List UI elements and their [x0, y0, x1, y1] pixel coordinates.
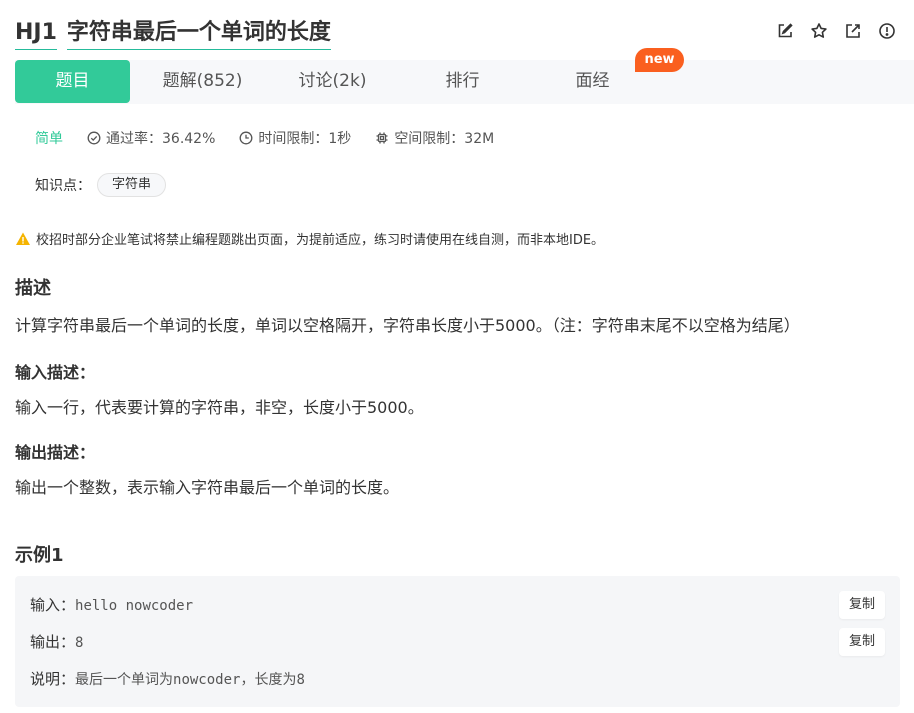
pass-rate-text: 通过率：36.42%: [106, 131, 216, 147]
description-text: 计算字符串最后一个单词的长度，单词以空格隔开，字符串长度小于5000。（注：字符…: [15, 316, 800, 335]
output-desc-text: 输出一个整数，表示输入字符串最后一个单词的长度。: [15, 478, 400, 497]
problem-title: 字符串最后一个单词的长度: [66, 18, 331, 50]
tab-interviews[interactable]: 面经: [535, 60, 650, 103]
difficulty-label: 简单: [35, 131, 63, 147]
knowledge-points: 知识点： 字符串: [35, 173, 167, 197]
example-title: 示例1: [15, 545, 64, 566]
star-icon[interactable]: [810, 22, 828, 40]
output-desc-title: 输出描述：: [15, 443, 96, 462]
example-output-label: 输出：: [30, 633, 76, 651]
copy-input-button[interactable]: 复制: [839, 591, 885, 619]
tab-solutions[interactable]: 题解(852): [145, 60, 260, 103]
check-circle-icon: [87, 131, 101, 145]
example-explain-label: 说明：: [30, 670, 76, 688]
time-limit: 时间限制：1秒: [239, 128, 351, 148]
warning-icon: [16, 232, 30, 245]
example-explain-value: 最后一个单词为nowcoder，长度为8: [75, 672, 305, 688]
time-limit-text: 时间限制：1秒: [258, 131, 352, 147]
space-limit-text: 空间限制：32M: [394, 131, 495, 147]
tab-discussion[interactable]: 讨论(2k): [275, 60, 390, 103]
warning-notice: 校招时部分企业笔试将禁止编程题跳出页面，为提前适应，练习时请使用在线自测，而非本…: [15, 229, 604, 248]
example-output-value: 8: [75, 635, 84, 651]
example-input-value: hello nowcoder: [75, 598, 194, 614]
example-input-row: 输入：hello nowcoder: [30, 594, 193, 615]
example-output-row: 输出：8: [30, 631, 83, 652]
space-limit: 空间限制：32M: [375, 128, 494, 148]
tab-ranking[interactable]: 排行: [405, 60, 520, 103]
input-desc-text: 输入一行，代表要计算的字符串，非空，长度小于5000。: [15, 398, 424, 417]
chip-icon: [376, 132, 388, 144]
new-badge: new: [635, 48, 684, 72]
title-actions: [776, 22, 896, 40]
external-link-icon[interactable]: [844, 22, 862, 40]
clock-icon: [239, 131, 253, 145]
pass-rate: 通过率：36.42%: [87, 128, 215, 148]
report-icon[interactable]: [878, 22, 896, 40]
knowledge-tag[interactable]: 字符串: [97, 173, 167, 197]
problem-meta: 简单 通过率：36.42% 时间限制：1秒 空间限制：32M: [35, 128, 518, 148]
knowledge-label: 知识点：: [35, 178, 91, 194]
problem-tabs: 题目 题解(852) 讨论(2k) 排行 面经 new: [15, 48, 914, 104]
edit-icon[interactable]: [776, 22, 794, 40]
example-explain-row: 说明：最后一个单词为nowcoder，长度为8: [30, 668, 305, 689]
example-input-label: 输入：: [30, 596, 76, 614]
problem-id: HJ1: [15, 18, 57, 50]
warning-text: 校招时部分企业笔试将禁止编程题跳出页面，为提前适应，练习时请使用在线自测，而非本…: [36, 233, 605, 248]
copy-output-button[interactable]: 复制: [839, 628, 885, 656]
problem-title-bar: HJ1 字符串最后一个单词的长度: [15, 14, 331, 50]
tab-problem[interactable]: 题目: [15, 60, 130, 103]
example-box: 输入：hello nowcoder 复制 输出：8 复制 说明：最后一个单词为n…: [15, 576, 900, 707]
input-desc-title: 输入描述：: [15, 363, 96, 382]
description-title: 描述: [15, 278, 51, 299]
